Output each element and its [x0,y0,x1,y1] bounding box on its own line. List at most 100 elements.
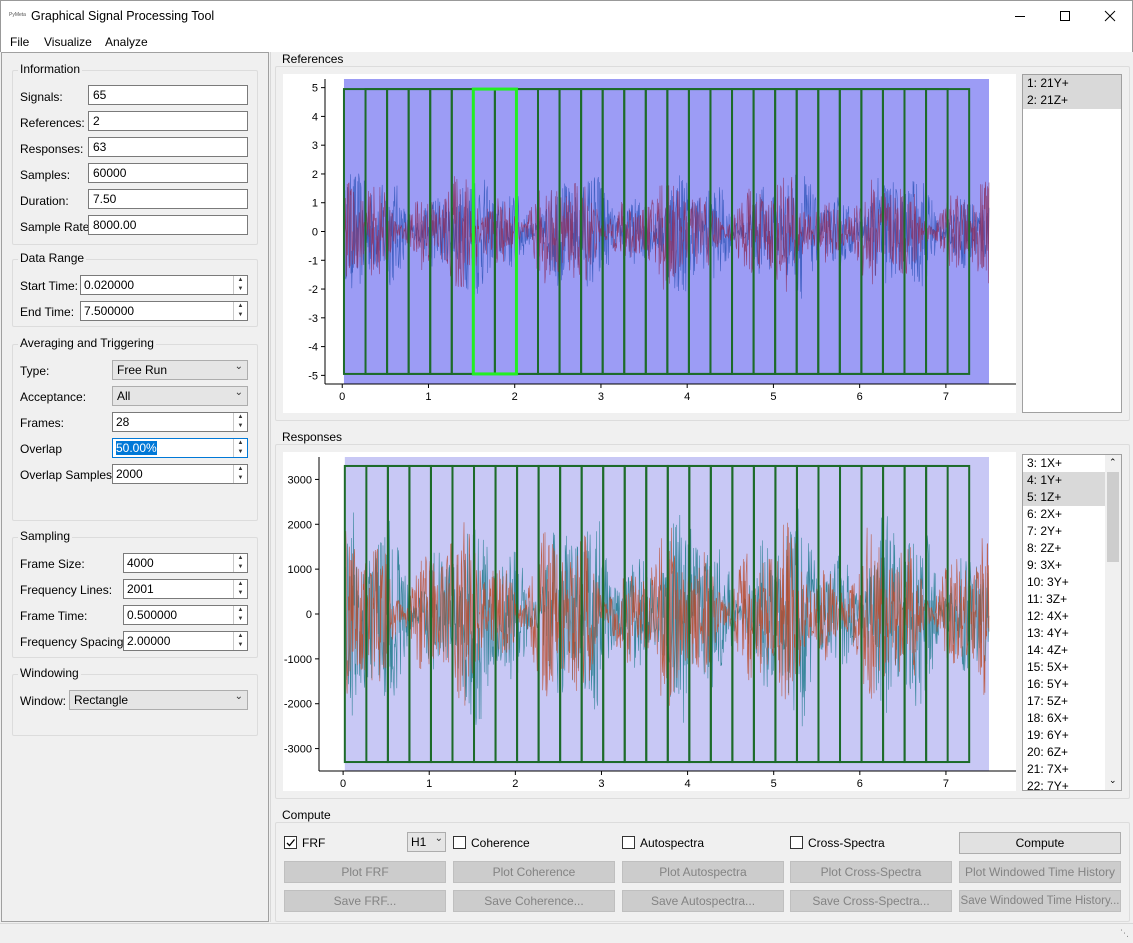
frame-time-spinbox[interactable]: 0.500000 ▲ ▼ [123,605,248,625]
spin-arrows[interactable]: ▲ ▼ [233,302,247,320]
spin-arrows[interactable]: ▲ ▼ [233,606,247,624]
spin-up-icon[interactable]: ▲ [234,580,247,589]
plot-frf-button[interactable]: Plot FRF [284,861,446,883]
list-item[interactable]: 7: 2Y+ [1023,523,1105,540]
menu-analyze[interactable]: Analyze [105,35,148,49]
start-time-spinbox[interactable]: 0.020000 ▲ ▼ [80,275,248,295]
list-item[interactable]: 13: 4Y+ [1023,625,1105,642]
save-coherence-button[interactable]: Save Coherence... [453,890,615,912]
list-item[interactable]: 22: 7Y+ [1023,778,1105,790]
list-item[interactable]: 4: 1Y+ [1023,472,1105,489]
list-item[interactable]: 10: 3Y+ [1023,574,1105,591]
spin-down-icon[interactable]: ▼ [234,448,247,457]
acceptance-select[interactable]: All ⌄ [112,386,248,406]
plot-coherence-button[interactable]: Plot Coherence [453,861,615,883]
responses-plot[interactable]: 3000 2000 1000 0 -1000 -2000 -3000 0 1 2 3 4 5 6 7 [283,452,1016,791]
list-item[interactable]: 5: 1Z+ [1023,489,1105,506]
spin-down-icon[interactable]: ▼ [234,563,247,572]
list-item[interactable]: 21: 7X+ [1023,761,1105,778]
sample-rate-field[interactable]: 8000.00 [88,215,248,235]
menu-visualize[interactable]: Visualize [44,35,92,49]
list-item[interactable]: 15: 5X+ [1023,659,1105,676]
list-item[interactable]: 2: 21Z+ [1023,92,1121,109]
overlap-spinbox[interactable]: 50.00% ▲ ▼ [112,438,248,458]
spin-arrows[interactable]: ▲ ▼ [233,439,247,457]
list-item[interactable]: 11: 3Z+ [1023,591,1105,608]
spin-arrows[interactable]: ▲ ▼ [233,580,247,598]
spin-arrows[interactable]: ▲ ▼ [233,276,247,294]
responses-list[interactable]: 3: 1X+ 4: 1Y+ 5: 1Z+ 6: 2X+ 7: 2Y+ 8: 2Z+ 9: 3… [1022,454,1122,791]
frequency-lines-spinbox[interactable]: 2001 ▲ ▼ [123,579,248,599]
save-frf-button[interactable]: Save FRF... [284,890,446,912]
list-item[interactable]: 18: 6X+ [1023,710,1105,727]
list-item[interactable]: 17: 5Z+ [1023,693,1105,710]
autospectra-checkbox[interactable] [622,836,635,849]
list-item[interactable]: 1: 21Y+ [1023,75,1121,92]
scrollbar-thumb[interactable] [1107,472,1119,562]
references-field[interactable]: 2 [88,111,248,131]
window-select[interactable]: Rectangle ⌄ [69,690,248,710]
close-button[interactable] [1087,1,1133,31]
list-item[interactable]: 3: 1X+ [1023,455,1105,472]
estimator-select[interactable]: H1 ⌄ [407,832,446,852]
coherence-label[interactable]: Coherence [471,836,530,850]
spin-up-icon[interactable]: ▲ [234,413,247,422]
spin-up-icon[interactable]: ▲ [234,439,247,448]
minimize-button[interactable] [997,1,1043,31]
spin-arrows[interactable]: ▲ ▼ [233,413,247,431]
list-item[interactable]: 20: 6Z+ [1023,744,1105,761]
spin-down-icon[interactable]: ▼ [234,422,247,431]
end-time-spinbox[interactable]: 7.500000 ▲ ▼ [80,301,248,321]
coherence-checkbox[interactable] [453,836,466,849]
spin-down-icon[interactable]: ▼ [234,285,247,294]
responses-field[interactable]: 63 [88,137,248,157]
cross-spectra-checkbox[interactable] [790,836,803,849]
duration-field[interactable]: 7.50 [88,189,248,209]
plot-cross-spectra-button[interactable]: Plot Cross-Spectra [790,861,952,883]
samples-field[interactable]: 60000 [88,163,248,183]
spin-down-icon[interactable]: ▼ [234,641,247,650]
spin-arrows[interactable]: ▲ ▼ [233,632,247,650]
frf-checkbox[interactable] [284,836,297,849]
spin-down-icon[interactable]: ▼ [234,474,247,483]
spin-up-icon[interactable]: ▲ [234,606,247,615]
list-item[interactable]: 14: 4Z+ [1023,642,1105,659]
spin-down-icon[interactable]: ▼ [234,311,247,320]
frf-label[interactable]: FRF [302,836,325,850]
spin-up-icon[interactable]: ▲ [234,465,247,474]
spin-down-icon[interactable]: ▼ [234,589,247,598]
references-plot[interactable]: 5 4 3 2 1 0 -1 -2 -3 -4 -5 0 1 2 3 4 5 6 7 [283,74,1016,413]
spin-down-icon[interactable]: ▼ [234,615,247,624]
plot-windowed-time-history-button[interactable]: Plot Windowed Time History [959,861,1121,883]
list-item[interactable]: 16: 5Y+ [1023,676,1105,693]
save-autospectra-button[interactable]: Save Autospectra... [622,890,784,912]
signals-field[interactable]: 65 [88,85,248,105]
spin-up-icon[interactable]: ▲ [234,554,247,563]
spin-up-icon[interactable]: ▲ [234,302,247,311]
menu-file[interactable]: File [10,35,29,49]
list-item[interactable]: 12: 4X+ [1023,608,1105,625]
frames-spinbox[interactable]: 28 ▲ ▼ [112,412,248,432]
responses-scrollbar[interactable]: ⌃ ⌄ [1105,455,1121,790]
list-item[interactable]: 19: 6Y+ [1023,727,1105,744]
compute-button[interactable]: Compute [959,832,1121,854]
frame-size-spinbox[interactable]: 4000 ▲ ▼ [123,553,248,573]
type-select[interactable]: Free Run ⌄ [112,360,248,380]
spin-up-icon[interactable]: ▲ [234,276,247,285]
scroll-down-icon[interactable]: ⌄ [1109,775,1117,786]
frequency-spacing-spinbox[interactable]: 2.00000 ▲ ▼ [123,631,248,651]
references-list[interactable]: 1: 21Y+ 2: 21Z+ [1022,74,1122,413]
splitter[interactable] [270,52,271,922]
list-item[interactable]: 9: 3X+ [1023,557,1105,574]
save-windowed-time-history-button[interactable]: Save Windowed Time History... [959,890,1121,912]
overlap-samples-spinbox[interactable]: 2000 ▲ ▼ [112,464,248,484]
list-item[interactable]: 6: 2X+ [1023,506,1105,523]
maximize-button[interactable] [1042,1,1088,31]
resize-grip-icon[interactable]: ⋱ [1120,928,1129,939]
scroll-up-icon[interactable]: ⌃ [1109,457,1117,468]
spin-arrows[interactable]: ▲ ▼ [233,465,247,483]
cross-spectra-label[interactable]: Cross-Spectra [808,836,885,850]
save-cross-spectra-button[interactable]: Save Cross-Spectra... [790,890,952,912]
plot-autospectra-button[interactable]: Plot Autospectra [622,861,784,883]
spin-up-icon[interactable]: ▲ [234,632,247,641]
